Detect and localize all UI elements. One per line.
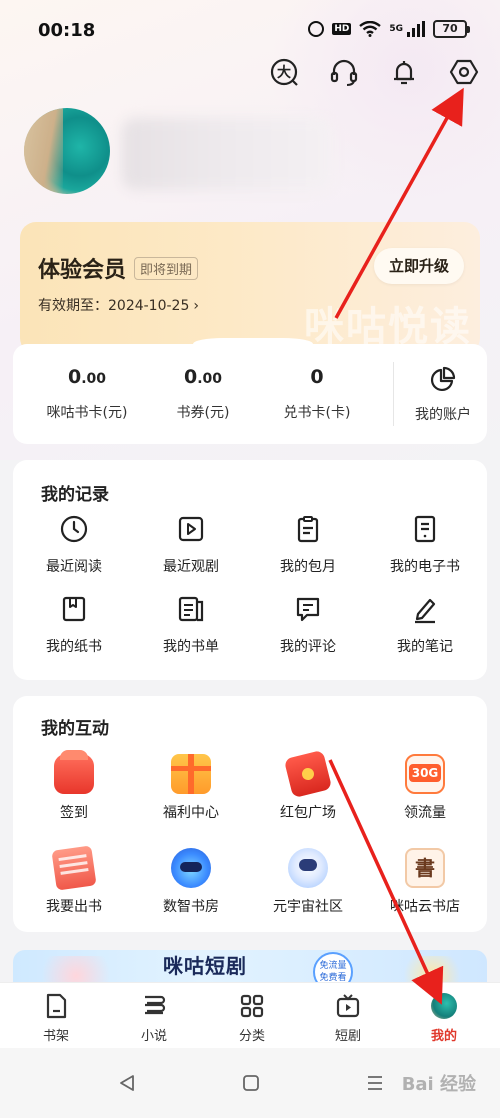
gift-box-icon [171, 754, 211, 794]
tab-short-drama[interactable]: 短剧 [298, 993, 398, 1044]
headset-icon[interactable] [328, 54, 360, 90]
watermark: Bai 经验 [401, 1074, 476, 1095]
category-icon [202, 993, 302, 1019]
clock-icon [15, 512, 133, 546]
interaction-sign-in[interactable]: 签到 [15, 750, 133, 822]
interactions-section: 我的互动 签到 福利中心 红包广场 30G 领流量 我要出书 数智书房 元宇宙社… [13, 696, 487, 932]
interaction-publish[interactable]: 我要出书 [15, 845, 133, 916]
back-icon[interactable] [118, 1074, 136, 1096]
tab-bookshelf[interactable]: 书架 [6, 993, 106, 1044]
hd-icon: HD [332, 23, 352, 35]
booklist-icon [132, 592, 250, 626]
tab-mine[interactable]: 我的 [394, 993, 494, 1044]
interaction-cloud-bookstore[interactable]: 書 咪咕云书店 [366, 846, 484, 916]
bell-icon[interactable] [388, 54, 420, 90]
interaction-red-envelope[interactable]: 红包广场 [249, 749, 367, 822]
novel-icon [104, 993, 204, 1019]
wallet-item-coupon[interactable]: 0.00 书券(元) [143, 366, 263, 422]
vip-card[interactable]: 咪咕悦读 体验会员 即将到期 有效期至：2024-10-25 › 立即升级 [20, 222, 480, 354]
play-icon [132, 512, 250, 546]
font-size-icon[interactable]: 大 [268, 54, 300, 90]
comment-icon [249, 592, 367, 626]
astronaut-icon [288, 848, 328, 888]
record-booklist[interactable]: 我的书单 [132, 592, 250, 656]
interaction-welfare[interactable]: 福利中心 [132, 752, 250, 822]
alarm-icon [308, 21, 325, 37]
robot-icon [171, 848, 211, 888]
record-recent-read[interactable]: 最近阅读 [15, 512, 133, 576]
record-monthly[interactable]: 我的包月 [249, 512, 367, 576]
status-time: 00:18 [38, 20, 96, 41]
vip-expire-date[interactable]: 有效期至：2024-10-25 › [38, 295, 199, 315]
divider [393, 362, 394, 426]
home-icon[interactable] [242, 1074, 260, 1096]
wallet-item-migu-card[interactable]: 0.00 咪咕书卡(元) [27, 366, 147, 422]
vip-expiring-badge: 即将到期 [134, 257, 199, 280]
signal-icon [407, 21, 425, 37]
settings-hex-icon[interactable] [448, 54, 480, 90]
short-drama-icon [298, 993, 398, 1019]
record-comment[interactable]: 我的评论 [249, 592, 367, 656]
user-avatar[interactable] [24, 108, 110, 194]
chevron-right-icon: › [193, 298, 199, 314]
banner-title: 咪咕短剧 [163, 954, 247, 978]
vip-title: 体验会员 [38, 258, 127, 283]
bookshelf-icon [6, 993, 106, 1019]
pen-icon [366, 592, 484, 626]
ebook-icon [366, 512, 484, 546]
wifi-icon [359, 21, 382, 37]
record-ebook[interactable]: 我的电子书 [366, 512, 484, 576]
interaction-data[interactable]: 30G 领流量 [366, 752, 484, 822]
red-envelope-icon [283, 749, 333, 799]
clipboard-icon [249, 512, 367, 546]
tab-novel[interactable]: 小说 [104, 993, 204, 1044]
wallet-card: 0.00 咪咕书卡(元) 0.00 书券(元) 0 兑书卡(卡) 我的账户 [13, 338, 487, 444]
upgrade-button[interactable]: 立即升级 [374, 248, 464, 284]
tab-category[interactable]: 分类 [202, 993, 302, 1044]
bookmark-book-icon [15, 592, 133, 626]
record-recent-drama[interactable]: 最近观剧 [132, 512, 250, 576]
records-title: 我的记录 [41, 485, 109, 505]
record-paper-book[interactable]: 我的纸书 [15, 592, 133, 656]
records-section: 我的记录 最近阅读 最近观剧 我的包月 我的电子书 我的纸书 我的书单 我的评论… [13, 460, 487, 680]
cloud-bookstore-icon: 書 [405, 848, 445, 888]
network-type: 5G [389, 24, 403, 34]
bottom-tab-bar: 书架 小说 分类 短剧 我的 [0, 982, 500, 1048]
my-account-button[interactable]: 我的账户 [399, 364, 487, 424]
avatar [431, 993, 457, 1019]
interaction-metaverse[interactable]: 元宇宙社区 [249, 846, 367, 916]
menu-icon[interactable] [366, 1074, 384, 1096]
interactions-title: 我的互动 [41, 719, 109, 739]
publish-book-icon [51, 845, 97, 891]
header-actions: 大 [268, 54, 480, 90]
battery-icon: 70 [433, 20, 470, 38]
wallet-item-exchange-card[interactable]: 0 兑书卡(卡) [257, 366, 377, 422]
data-30g-icon: 30G [405, 754, 445, 794]
status-bar: 00:18 HD 5G 70 [0, 0, 500, 58]
pie-chart-icon [399, 364, 487, 394]
username-blurred[interactable] [122, 118, 332, 190]
battery-level: 70 [433, 20, 467, 38]
svg-text:大: 大 [277, 64, 291, 81]
sign-in-icon [54, 750, 94, 794]
record-notes[interactable]: 我的笔记 [366, 592, 484, 656]
interaction-smart-study[interactable]: 数智书房 [132, 846, 250, 916]
